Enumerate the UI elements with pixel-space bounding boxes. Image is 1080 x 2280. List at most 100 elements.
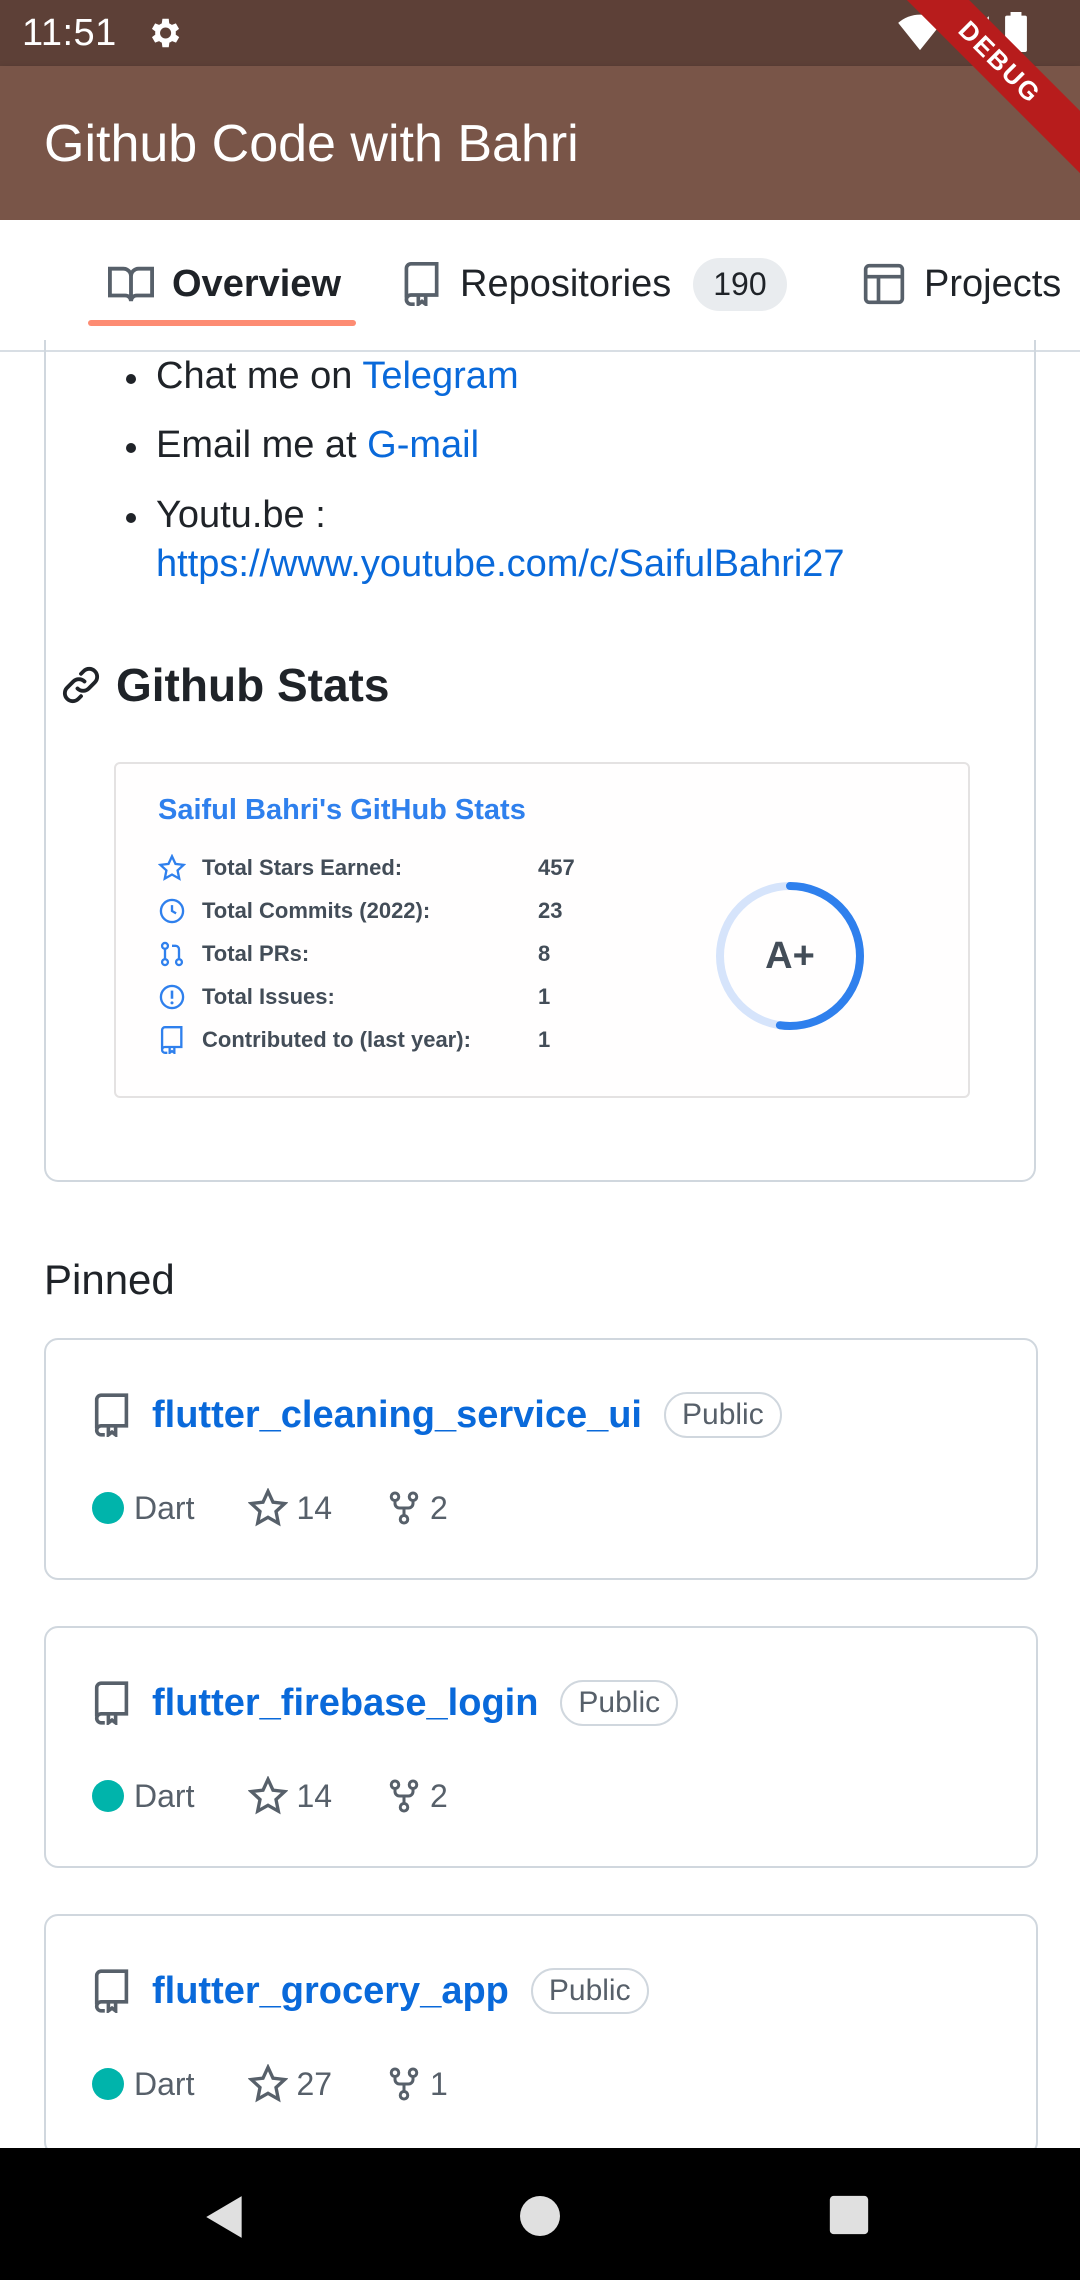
book-icon (108, 266, 154, 302)
stat-value: 1 (538, 984, 551, 1009)
repo-meta: Dart 14 2 (92, 1776, 448, 1816)
stat-row: Total Commits (2022): 23 (158, 897, 562, 925)
tab-overview[interactable]: Overview (108, 220, 341, 348)
telegram-link[interactable]: Telegram (362, 355, 518, 397)
back-icon[interactable] (200, 2192, 250, 2242)
tab-bar: Overview Repositories 190 Projects (0, 220, 1080, 352)
github-stats-card: Saiful Bahri's GitHub Stats Total Stars … (114, 762, 970, 1098)
forks-count: 2 (386, 1488, 448, 1528)
system-navigation-bar (0, 2148, 1080, 2280)
repo-header: flutter_cleaning_service_ui Public (94, 1392, 782, 1438)
tab-projects[interactable]: Projects (862, 220, 1061, 348)
visibility-badge: Public (664, 1392, 782, 1438)
tab-repositories[interactable]: Repositories 190 (402, 220, 787, 348)
stat-label: Contributed to (last year): (202, 1027, 471, 1052)
pinned-heading: Pinned (44, 1256, 175, 1303)
repo-header: flutter_firebase_login Public (94, 1680, 679, 1726)
stars-count: 14 (248, 1488, 332, 1528)
visibility-badge: Public (560, 1680, 679, 1726)
pinned-repo-card[interactable]: flutter_grocery_app Public Dart 27 1 (44, 1914, 1038, 2156)
tab-projects-label: Projects (924, 262, 1062, 305)
forks-value: 2 (430, 1489, 448, 1526)
repo-header: flutter_grocery_app Public (94, 1968, 649, 2014)
contact-list: Chat me on Telegram Email me at G-mail Y… (126, 352, 845, 610)
stars-count: 14 (248, 1776, 332, 1816)
forks-count: 2 (386, 1776, 448, 1816)
fork-icon (389, 2067, 419, 2101)
language-color-dot (92, 1492, 124, 1524)
youtube-link[interactable]: https://www.youtube.com/c/SaifulBahri27 (156, 543, 845, 585)
visibility-badge: Public (530, 1968, 649, 2014)
grade-text: A+ (765, 935, 815, 977)
stat-value: 1 (538, 1027, 551, 1052)
forks-count: 1 (386, 2064, 448, 2104)
home-icon[interactable] (516, 2192, 564, 2240)
fork-icon (389, 1491, 419, 1525)
stat-label: Total Commits (2022): (202, 898, 431, 923)
app-bar: Github Code with Bahri (0, 66, 1080, 220)
forks-value: 2 (430, 1777, 448, 1814)
status-time: 11:51 (22, 11, 117, 54)
forks-value: 1 (430, 2065, 448, 2102)
tab-overview-label: Overview (172, 262, 341, 305)
stat-value: 457 (538, 855, 575, 880)
list-item: Email me at G-mail (126, 421, 845, 470)
repo-name-link[interactable]: flutter_firebase_login (152, 1682, 538, 1725)
recents-icon[interactable] (826, 2192, 872, 2238)
repo-icon (94, 1681, 129, 1725)
repo-name-link[interactable]: flutter_cleaning_service_ui (152, 1394, 642, 1437)
gmail-link[interactable]: G-mail (367, 424, 479, 466)
stars-value: 27 (296, 2065, 333, 2102)
stat-label: Total Stars Earned: (202, 855, 403, 880)
stat-value: 23 (538, 898, 563, 923)
repo-language: Dart (134, 1489, 195, 1526)
star-icon (248, 1776, 289, 1815)
repo-language: Dart (134, 1777, 195, 1814)
app-title: Github Code with Bahri (44, 115, 579, 173)
stars-value: 14 (296, 1777, 333, 1814)
stars-value: 14 (296, 1489, 333, 1526)
stars-count: 27 (248, 2064, 332, 2104)
repo-icon (404, 262, 439, 306)
fork-icon (389, 1779, 419, 1813)
grade-ring: A+ (716, 882, 864, 1030)
list-item: Chat me on Telegram (126, 352, 845, 401)
contact-prefix: Email me at (156, 424, 368, 467)
list-item: Youtu.be : https://www.youtube.com/c/Sai… (126, 491, 845, 590)
star-icon (248, 2064, 289, 2103)
stats-card-title: Saiful Bahri's GitHub Stats (158, 794, 526, 826)
repo-language: Dart (134, 2065, 195, 2102)
contact-prefix: Chat me on (156, 355, 363, 397)
stat-row: Total PRs: 8 (158, 940, 550, 968)
repo-meta: Dart 27 1 (92, 2064, 448, 2104)
stat-label: Total Issues: (202, 984, 335, 1009)
wifi-icon (898, 14, 942, 51)
stat-label: Total PRs: (202, 941, 310, 966)
issue-icon (159, 984, 185, 1010)
status-bar: 11:51 (0, 0, 1080, 66)
section-heading: Github Stats (60, 658, 389, 712)
pinned-repo-card[interactable]: flutter_cleaning_service_ui Public Dart … (44, 1338, 1038, 1580)
stats-heading-text: Github Stats (116, 659, 390, 711)
signal-icon (957, 16, 989, 48)
star-icon (248, 1488, 289, 1527)
stat-row: Total Issues: 1 (158, 983, 550, 1011)
table-icon (863, 263, 905, 305)
stat-value: 8 (538, 941, 551, 966)
repo-icon (94, 1393, 129, 1437)
history-icon (159, 898, 185, 924)
stat-row: Total Stars Earned: 457 (158, 854, 575, 882)
battery-icon (1005, 12, 1027, 52)
tab-repositories-label: Repositories (460, 262, 672, 305)
repo-meta: Dart 14 2 (92, 1488, 448, 1528)
star-icon (158, 854, 186, 881)
repo-name-link[interactable]: flutter_grocery_app (152, 1970, 509, 2013)
pull-request-icon (160, 941, 184, 967)
contact-prefix: Youtu.be : (156, 493, 326, 536)
link-icon[interactable] (60, 664, 102, 706)
settings-gear-icon (151, 18, 179, 48)
readme-card: Chat me on Telegram Email me at G-mail Y… (44, 340, 1036, 1182)
pinned-repo-card[interactable]: flutter_firebase_login Public Dart 14 2 (44, 1626, 1038, 1868)
repo-icon (94, 1969, 129, 2013)
repo-icon (160, 1026, 183, 1054)
